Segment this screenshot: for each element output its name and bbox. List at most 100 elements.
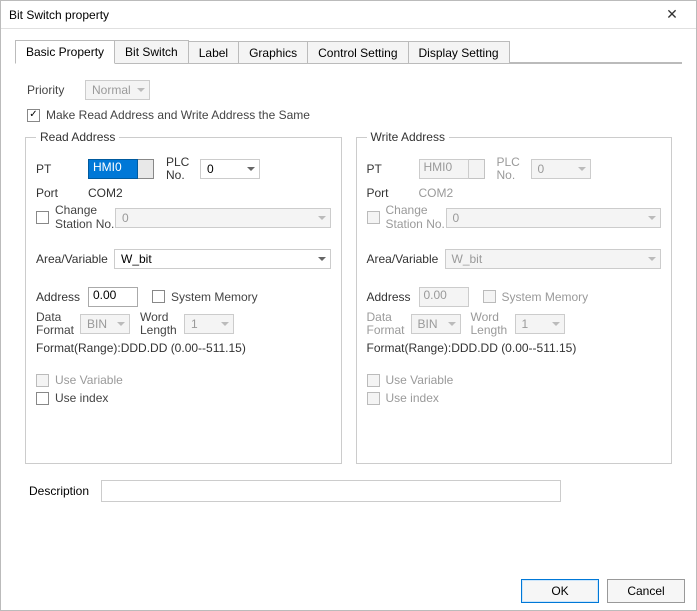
- tab-label: Label: [199, 46, 228, 60]
- write-system-memory-label: System Memory: [502, 290, 589, 304]
- write-pt-label: PT: [367, 162, 419, 176]
- write-use-variable-label: Use Variable: [386, 373, 454, 387]
- read-use-variable-label: Use Variable: [55, 373, 123, 387]
- chevron-down-icon: [137, 88, 145, 92]
- description-row: Description: [15, 480, 682, 502]
- write-system-memory-checkbox: [483, 290, 496, 303]
- read-use-index-label: Use index: [55, 391, 108, 405]
- tab-display-setting[interactable]: Display Setting: [408, 41, 510, 64]
- ok-label: OK: [551, 584, 568, 598]
- title-bar: Bit Switch property ✕: [1, 1, 696, 29]
- priority-dropdown: Normal: [85, 80, 150, 100]
- write-area-dropdown: W_bit: [445, 249, 662, 269]
- tab-strip: Basic Property Bit Switch Label Graphics…: [1, 29, 696, 63]
- priority-label: Priority: [27, 83, 85, 97]
- write-address-legend: Write Address: [367, 130, 449, 144]
- read-address-label: Address: [36, 290, 88, 304]
- chevron-down-icon: [318, 257, 326, 261]
- write-address-input: 0.00: [419, 287, 469, 307]
- write-format-dropdown: BIN: [411, 314, 461, 334]
- write-change-station-label: Change Station No.: [386, 204, 446, 230]
- chevron-down-icon: [247, 167, 255, 171]
- read-station-dropdown: 0: [115, 208, 331, 228]
- read-wordlen-label: Word Length: [140, 311, 184, 337]
- same-address-checkbox[interactable]: ✓: [27, 109, 40, 122]
- tab-label: Bit Switch: [125, 45, 178, 59]
- tab-graphics[interactable]: Graphics: [238, 41, 308, 64]
- read-port-value: COM2: [88, 186, 123, 200]
- read-range-text: Format(Range):DDD.DD (0.00--511.15): [36, 341, 246, 355]
- read-area-value: W_bit: [121, 252, 152, 266]
- chevron-down-icon: [117, 322, 125, 326]
- write-wordlen-value: 1: [522, 317, 529, 331]
- write-plc-dropdown: 0: [531, 159, 591, 179]
- cancel-button[interactable]: Cancel: [607, 579, 685, 603]
- write-plc-value: 0: [538, 162, 545, 176]
- chevron-down-icon: [318, 216, 326, 220]
- read-format-value: BIN: [87, 317, 107, 331]
- tab-label: Graphics: [249, 46, 297, 60]
- priority-value: Normal: [92, 83, 131, 97]
- read-address-group: Read Address PT HMI0 PLC No. 0 Port COM2…: [25, 130, 342, 464]
- same-address-row: ✓ Make Read Address and Write Address th…: [15, 108, 682, 122]
- write-area-value: W_bit: [452, 252, 483, 266]
- window-title: Bit Switch property: [9, 8, 109, 22]
- tab-bit-switch[interactable]: Bit Switch: [114, 40, 189, 64]
- read-address-legend: Read Address: [36, 130, 119, 144]
- read-system-memory-checkbox[interactable]: [152, 290, 165, 303]
- read-station-value: 0: [122, 211, 129, 225]
- chevron-down-icon: [648, 257, 656, 261]
- read-format-dropdown: BIN: [80, 314, 130, 334]
- write-format-value: BIN: [418, 317, 438, 331]
- write-station-dropdown: 0: [446, 208, 662, 228]
- read-wordlen-value: 1: [191, 317, 198, 331]
- check-icon: ✓: [29, 110, 37, 120]
- write-address-label: Address: [367, 290, 419, 304]
- write-port-label: Port: [367, 186, 419, 200]
- close-icon[interactable]: ✕: [652, 3, 692, 27]
- write-port-value: COM2: [419, 186, 454, 200]
- chevron-down-icon: [578, 167, 586, 171]
- tab-basic-property[interactable]: Basic Property: [15, 40, 115, 64]
- read-change-station-checkbox[interactable]: [36, 211, 49, 224]
- write-range-text: Format(Range):DDD.DD (0.00--511.15): [367, 341, 577, 355]
- read-use-index-checkbox[interactable]: [36, 392, 49, 405]
- tab-control-setting[interactable]: Control Setting: [307, 41, 408, 64]
- dialog-footer: OK Cancel: [521, 579, 685, 603]
- description-input[interactable]: [101, 480, 561, 502]
- tab-label[interactable]: Label: [188, 41, 239, 64]
- tab-body: Priority Normal ✓ Make Read Address and …: [15, 63, 682, 575]
- read-pt-dropdown-button[interactable]: [138, 159, 154, 179]
- read-pt-value[interactable]: HMI0: [88, 159, 138, 179]
- priority-row: Priority Normal: [15, 80, 682, 100]
- read-port-label: Port: [36, 186, 88, 200]
- tab-label: Control Setting: [318, 46, 397, 60]
- read-plc-label: PLC No.: [166, 156, 200, 182]
- write-format-label: Data Format: [367, 311, 411, 337]
- write-use-index-label: Use index: [386, 391, 439, 405]
- write-change-station-checkbox: [367, 211, 380, 224]
- address-groups: Read Address PT HMI0 PLC No. 0 Port COM2…: [15, 130, 682, 464]
- write-address-group: Write Address PT HMI0 PLC No. 0 Port COM…: [356, 130, 673, 464]
- read-pt-label: PT: [36, 162, 88, 176]
- tab-label: Basic Property: [26, 45, 104, 59]
- read-use-variable-checkbox: [36, 374, 49, 387]
- read-address-input[interactable]: 0.00: [88, 287, 138, 307]
- write-wordlen-dropdown: 1: [515, 314, 565, 334]
- read-area-label: Area/Variable: [36, 252, 114, 266]
- chevron-down-icon: [221, 322, 229, 326]
- ok-button[interactable]: OK: [521, 579, 599, 603]
- read-wordlen-dropdown: 1: [184, 314, 234, 334]
- chevron-down-icon: [552, 322, 560, 326]
- read-area-dropdown[interactable]: W_bit: [114, 249, 331, 269]
- read-plc-dropdown[interactable]: 0: [200, 159, 260, 179]
- write-area-label: Area/Variable: [367, 252, 445, 266]
- write-station-value: 0: [453, 211, 460, 225]
- write-use-variable-checkbox: [367, 374, 380, 387]
- description-label: Description: [29, 484, 101, 498]
- read-format-label: Data Format: [36, 311, 80, 337]
- write-pt-dropdown-button: [469, 159, 485, 179]
- write-pt-value: HMI0: [419, 159, 469, 179]
- tab-label: Display Setting: [419, 46, 499, 60]
- write-wordlen-label: Word Length: [471, 311, 515, 337]
